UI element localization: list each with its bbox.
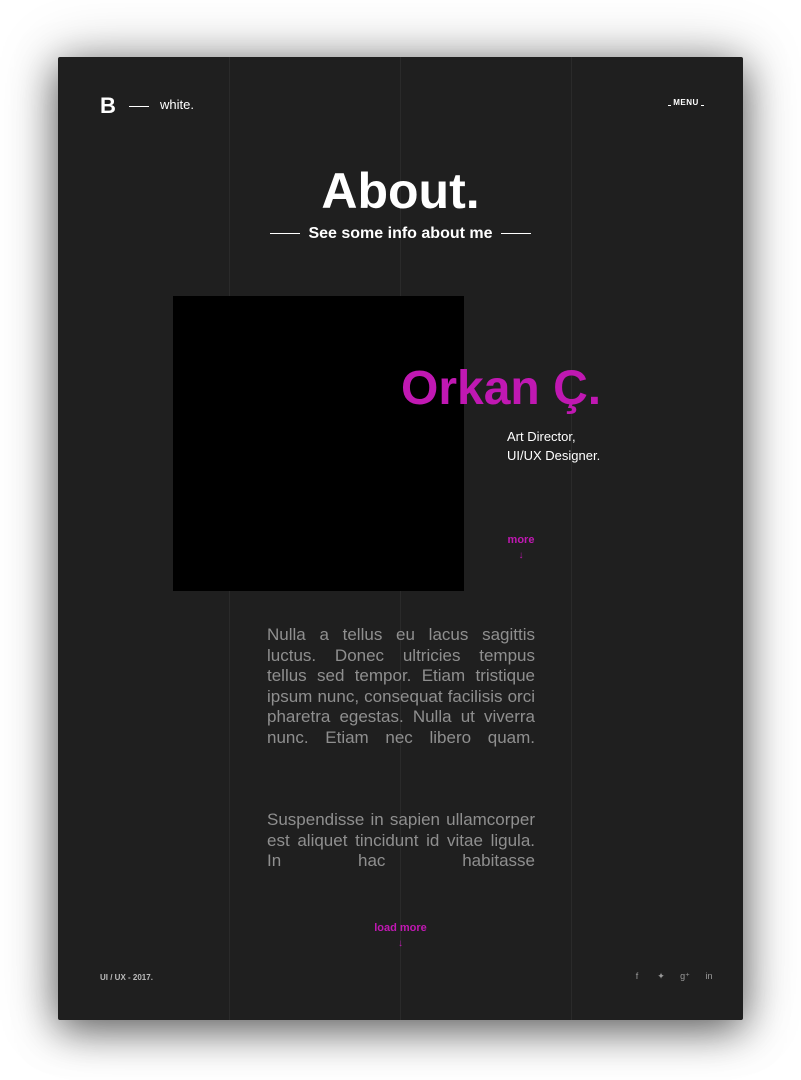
load-more-button[interactable]: load more ↓ — [358, 922, 443, 949]
role-line: Art Director, — [507, 429, 576, 444]
facebook-icon[interactable]: f — [625, 971, 649, 982]
arrow-down-icon: ↓ — [518, 550, 524, 561]
profile-role: Art Director, UI/UX Designer. — [507, 427, 600, 465]
logo-text[interactable]: white. — [160, 97, 194, 112]
bio-paragraph: Suspendisse in sapien ullam­corper est a… — [267, 810, 535, 870]
logo-mark[interactable]: B — [100, 95, 116, 117]
arrow-down-icon: ↓ — [398, 938, 403, 949]
subtitle-dash-right — [500, 233, 531, 235]
twitter-icon[interactable]: ✦ — [649, 971, 673, 982]
page-subtitle: See some info about me — [58, 225, 743, 243]
footer-text: UI / UX - 2017. — [100, 973, 153, 982]
logo-divider — [129, 106, 149, 107]
bio-paragraph: Nulla a tellus eu lacus sagittis luctus.… — [267, 625, 535, 747]
menu-label: MENU — [671, 98, 701, 107]
profile-photo — [173, 296, 464, 591]
profile-name: Orkan Ç. — [401, 362, 602, 415]
more-label: more — [507, 534, 535, 546]
load-more-label: load more — [374, 922, 427, 934]
google-plus-icon[interactable]: g⁺ — [673, 971, 697, 982]
role-line: UI/UX Designer. — [507, 448, 601, 463]
linkedin-icon[interactable]: in — [697, 971, 721, 982]
subtitle-text: See some info about me — [308, 225, 493, 242]
about-card: B white. MENU About. See some info about… — [58, 57, 743, 1020]
menu-button[interactable]: MENU — [668, 98, 704, 107]
more-link[interactable]: more ↓ — [498, 534, 544, 561]
subtitle-dash-left — [270, 233, 301, 235]
page-title: About. — [321, 163, 480, 219]
social-links: f ✦ g⁺ in — [625, 971, 721, 982]
